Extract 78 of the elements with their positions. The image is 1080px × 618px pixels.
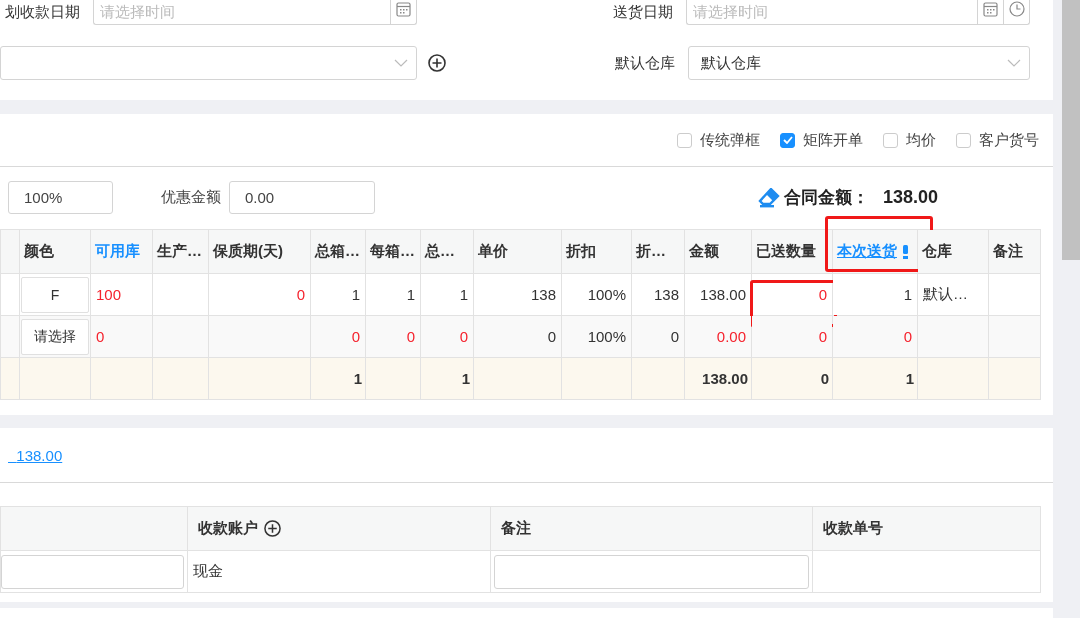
table-cell: 1: [903, 286, 912, 303]
field-label: 划收款日期: [4, 2, 80, 22]
column-header: 单价: [478, 242, 508, 259]
clock-icon[interactable]: [1008, 0, 1025, 17]
column-header: 颜色: [24, 242, 54, 259]
table-cell: 0: [96, 328, 105, 345]
table-cell: 1: [351, 286, 360, 303]
table-cell: 现金: [193, 562, 223, 579]
column-header: 每箱…: [370, 242, 415, 259]
column-header: 可用库: [95, 242, 140, 259]
table-cell: 0: [903, 328, 912, 345]
table-cell: 100: [96, 286, 122, 303]
table-cell: 0: [296, 286, 305, 303]
calendar-button[interactable]: [977, 0, 1003, 25]
discount-rate-field[interactable]: 100%: [8, 181, 113, 214]
table-cell: 100%: [587, 328, 626, 345]
column-header: 仓库: [922, 242, 952, 259]
column-header: 已送数量: [756, 242, 816, 259]
checkmark-icon: [782, 136, 793, 144]
calendar-icon[interactable]: [983, 0, 998, 17]
table-cell: 0: [351, 328, 360, 345]
column-header: 收款账户: [198, 519, 258, 538]
field-label: 优惠金额: [161, 188, 221, 207]
total-cell: 1: [461, 370, 470, 387]
contract-amount-label: 合同金额：: [783, 187, 869, 209]
option-checkbox[interactable]: 矩阵开单: [780, 130, 863, 150]
table-cell: 138.00: [700, 286, 746, 303]
table-cell: 1: [406, 286, 415, 303]
table-cell: 138: [653, 286, 679, 303]
info-icon: [903, 244, 908, 259]
table-cell: 默认…: [923, 285, 968, 302]
chevron-down-icon: [1007, 59, 1021, 67]
option-checkbox[interactable]: 均价: [883, 130, 936, 150]
table-cell: 0: [818, 328, 827, 345]
time-button[interactable]: [1003, 0, 1030, 25]
select-field[interactable]: [0, 46, 417, 80]
total-cell: 0: [820, 370, 829, 387]
option-checkbox[interactable]: 传统弹框: [677, 130, 760, 150]
eraser-icon: [757, 187, 780, 208]
contract-amount-value: 138.00: [882, 187, 938, 208]
date-field[interactable]: 请选择时间: [93, 0, 390, 25]
chevron-down-icon: [394, 59, 408, 67]
field-label: 默认仓库: [614, 53, 675, 73]
total-cell: 1: [905, 370, 914, 387]
column-header: 总…: [425, 242, 455, 259]
color-picker[interactable]: F: [21, 276, 89, 313]
total-cell: 1: [353, 370, 362, 387]
table-cell: 0: [670, 328, 679, 345]
column-header: 生产…: [157, 242, 202, 259]
column-header: 保质期(天): [213, 242, 283, 259]
field-label: 送货日期: [612, 2, 673, 22]
date-field[interactable]: 请选择时间: [686, 0, 977, 25]
note-input-field[interactable]: [494, 554, 809, 589]
table-cell: 0.00: [716, 328, 746, 345]
table-cell: 0: [547, 328, 556, 345]
color-picker[interactable]: 请选择: [21, 318, 89, 355]
calendar-icon[interactable]: [396, 0, 411, 17]
column-header: 收款单号: [823, 519, 883, 538]
table-cell: 0: [406, 328, 415, 345]
table-cell: 138: [530, 286, 556, 303]
column-header: 金额: [689, 242, 719, 259]
amount-input-field[interactable]: [1, 554, 184, 589]
table-cell: 0: [459, 328, 468, 345]
column-header: 备注: [501, 519, 531, 538]
column-header: 折…: [636, 242, 666, 259]
table-cell: 0: [818, 286, 827, 303]
column-header: 折扣: [566, 242, 596, 259]
add-icon[interactable]: [264, 520, 281, 537]
total-cell: 138.00: [702, 370, 748, 387]
column-header: 备注: [993, 242, 1023, 259]
table-cell: 100%: [587, 286, 626, 303]
calendar-button[interactable]: [390, 0, 417, 25]
add-icon[interactable]: [428, 54, 446, 72]
discount-amount-field[interactable]: 0.00: [229, 181, 375, 214]
table-cell: 1: [459, 286, 468, 303]
option-checkbox[interactable]: 客户货号: [956, 130, 1039, 150]
warehouse-select[interactable]: 默认仓库: [688, 46, 1030, 80]
column-header: 总箱…: [315, 242, 360, 259]
